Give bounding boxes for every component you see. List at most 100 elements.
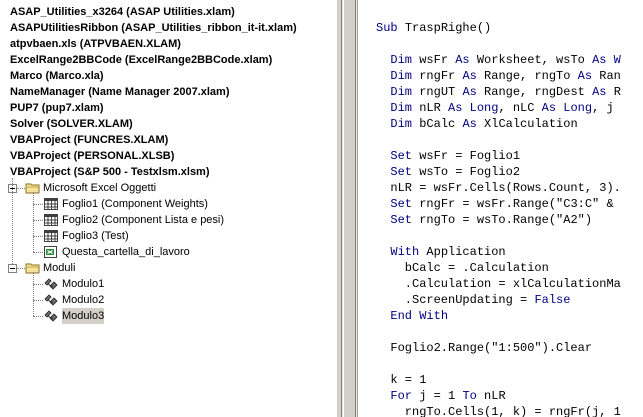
code-line[interactable]: Dim bCalc As XlCalculation	[376, 116, 578, 132]
tree-item-project[interactable]: VBAProject (PERSONAL.XLSB)	[0, 148, 336, 164]
code-text: k = 1	[376, 373, 427, 387]
code-line[interactable]: Dim nLR As Long, nLC As Long, j	[376, 100, 621, 116]
project-label: ExcelRange2BBCode (ExcelRange2BBCode.xla…	[10, 54, 273, 66]
code-keyword: As	[455, 53, 477, 67]
code-text: Range, rngDest	[484, 85, 593, 99]
code-line[interactable]: nLR = wsFr.Cells(Rows.Count, 3).	[376, 180, 621, 196]
tree-connector	[33, 284, 43, 285]
code-text: .Calculation = xlCalculationMa	[376, 277, 621, 291]
tree-connector	[12, 178, 13, 264]
tree-item-project[interactable]: PUP7 (pup7.xlam)	[0, 100, 336, 116]
code-text: XlCalculation	[484, 117, 578, 131]
tree-item-label: Foglio3 (Test)	[62, 230, 129, 242]
code-keyword: Dim	[390, 53, 420, 67]
tree-item-project[interactable]: ASAP_Utilities_x3264 (ASAP Utilities.xla…	[0, 4, 336, 20]
code-text: Application	[426, 245, 506, 259]
module-icon	[43, 309, 59, 328]
tree-item-excel-objects[interactable]: Foglio3 (Test)	[0, 228, 336, 244]
folder-label: Moduli	[43, 262, 76, 274]
tree-item-excel-objects[interactable]: Foglio1 (Component Weights)	[0, 196, 336, 212]
code-text: j = 1	[419, 389, 463, 403]
code-keyword: As Long	[541, 101, 593, 115]
code-line[interactable]: Set wsTo = Foglio2	[376, 164, 520, 180]
tree-connector	[33, 300, 43, 301]
scrollbar-thumb[interactable]	[343, 0, 356, 417]
code-line[interactable]: Set rngTo = wsTo.Range("A2")	[376, 212, 592, 228]
code-text: , j	[592, 101, 621, 115]
code-line[interactable]: Foglio2.Range("1:500").Clear	[376, 340, 592, 356]
project-explorer[interactable]: ASAP_Utilities_x3264 (ASAP Utilities.xla…	[0, 0, 336, 417]
code-line[interactable]: Set wsFr = Foglio1	[376, 148, 520, 164]
tree-folder-excel-objects[interactable]: Microsoft Excel Oggetti	[0, 180, 336, 196]
tree-item-excel-objects[interactable]: Questa_cartella_di_lavoro	[0, 244, 336, 260]
tree-item-project[interactable]: VBAProject (S&P 500 - Testxlsm.xlsm)	[0, 164, 336, 180]
code-window[interactable]: Sub TraspRighe() Dim wsFr As Worksheet, …	[358, 0, 643, 417]
code-keyword: As	[462, 117, 485, 131]
code-text: rngUT	[419, 85, 463, 99]
code-keyword: As W	[592, 53, 621, 67]
code-line[interactable]: Sub TraspRighe()	[376, 20, 491, 36]
code-line[interactable]: Dim rngFr As Range, rngTo As Ran	[376, 68, 620, 84]
project-label: VBAProject (S&P 500 - Testxlsm.xlsm)	[10, 166, 210, 178]
tree-item-project[interactable]: ExcelRange2BBCode (ExcelRange2BBCode.xla…	[0, 52, 336, 68]
code-line[interactable]: k = 1	[376, 372, 426, 388]
tree-item-label: Questa_cartella_di_lavoro	[62, 246, 190, 258]
explorer-vertical-scrollbar[interactable]	[342, 0, 358, 417]
tree-item-project[interactable]: Solver (SOLVER.XLAM)	[0, 116, 336, 132]
tree-item-modules[interactable]: Modulo3	[0, 308, 336, 324]
tree-connector	[33, 220, 43, 221]
tree-connector	[33, 204, 43, 205]
code-keyword: To	[462, 389, 485, 403]
folder-label: Microsoft Excel Oggetti	[43, 182, 157, 194]
code-line[interactable]: Set rngFr = wsFr.Range("C3:C" &	[376, 196, 621, 212]
tree-folder-modules[interactable]: Moduli	[0, 260, 336, 276]
code-line[interactable]: With Application	[376, 244, 506, 260]
code-text: rngTo = wsTo.Range("A2")	[419, 213, 593, 227]
code-text: Range, rngTo	[484, 69, 578, 83]
project-label: PUP7 (pup7.xlam)	[10, 102, 104, 114]
code-line[interactable]: .Calculation = xlCalculationMa	[376, 276, 621, 292]
tree-item-project[interactable]: ASAPUtilitiesRibbon (ASAP_Utilities_ribb…	[0, 20, 336, 36]
tree-connector	[33, 192, 34, 252]
code-text: TraspRighe()	[404, 21, 492, 35]
tree-item-modules[interactable]: Modulo2	[0, 292, 336, 308]
code-keyword: Set	[390, 197, 420, 211]
code-line[interactable]: rngTo.Cells(1, k) = rngFr(j, 1	[376, 404, 621, 417]
code-text: rngFr	[419, 69, 463, 83]
code-text: nLR = wsFr.Cells(Rows.Count, 3).	[376, 181, 621, 195]
code-keyword: Dim	[390, 101, 420, 115]
code-text: Foglio2.Range("1:500").Clear	[376, 341, 593, 355]
code-keyword: Sub	[376, 21, 405, 35]
code-line[interactable]: Dim rngUT As Range, rngDest As R	[376, 84, 620, 100]
tree-item-project[interactable]: NameManager (Name Manager 2007.xlam)	[0, 84, 336, 100]
code-keyword: As Long	[448, 101, 499, 115]
code-line[interactable]: End With	[376, 308, 448, 324]
code-keyword: For	[390, 389, 420, 403]
project-label: Solver (SOLVER.XLAM)	[10, 118, 133, 130]
tree-item-label: Foglio1 (Component Weights)	[62, 198, 208, 210]
tree-item-project[interactable]: atpvbaen.xls (ATPVBAEN.XLAM)	[0, 36, 336, 52]
tree-item-label: Modulo1	[62, 278, 105, 290]
code-keyword: As	[577, 69, 600, 83]
code-line[interactable]: Dim wsFr As Worksheet, wsTo As W	[376, 52, 621, 68]
code-keyword: With	[390, 245, 427, 259]
tree-item-modules[interactable]: Modulo1	[0, 276, 336, 292]
project-label: Marco (Marco.xla)	[10, 70, 104, 82]
code-keyword: As	[462, 69, 485, 83]
code-line[interactable]: bCalc = .Calculation	[376, 260, 549, 276]
tree-item-excel-objects[interactable]: Foglio2 (Component Lista e pesi)	[0, 212, 336, 228]
code-line[interactable]: .ScreenUpdating = False	[376, 292, 571, 308]
project-label: VBAProject (FUNCRES.XLAM)	[10, 134, 169, 146]
collapse-toggle[interactable]	[8, 264, 17, 273]
code-line[interactable]: For j = 1 To nLR	[376, 388, 505, 404]
tree-item-project[interactable]: VBAProject (FUNCRES.XLAM)	[0, 132, 336, 148]
code-text: bCalc = .Calculation	[376, 261, 549, 275]
tree-item-project[interactable]: Marco (Marco.xla)	[0, 68, 336, 84]
code-keyword: Dim	[390, 85, 420, 99]
